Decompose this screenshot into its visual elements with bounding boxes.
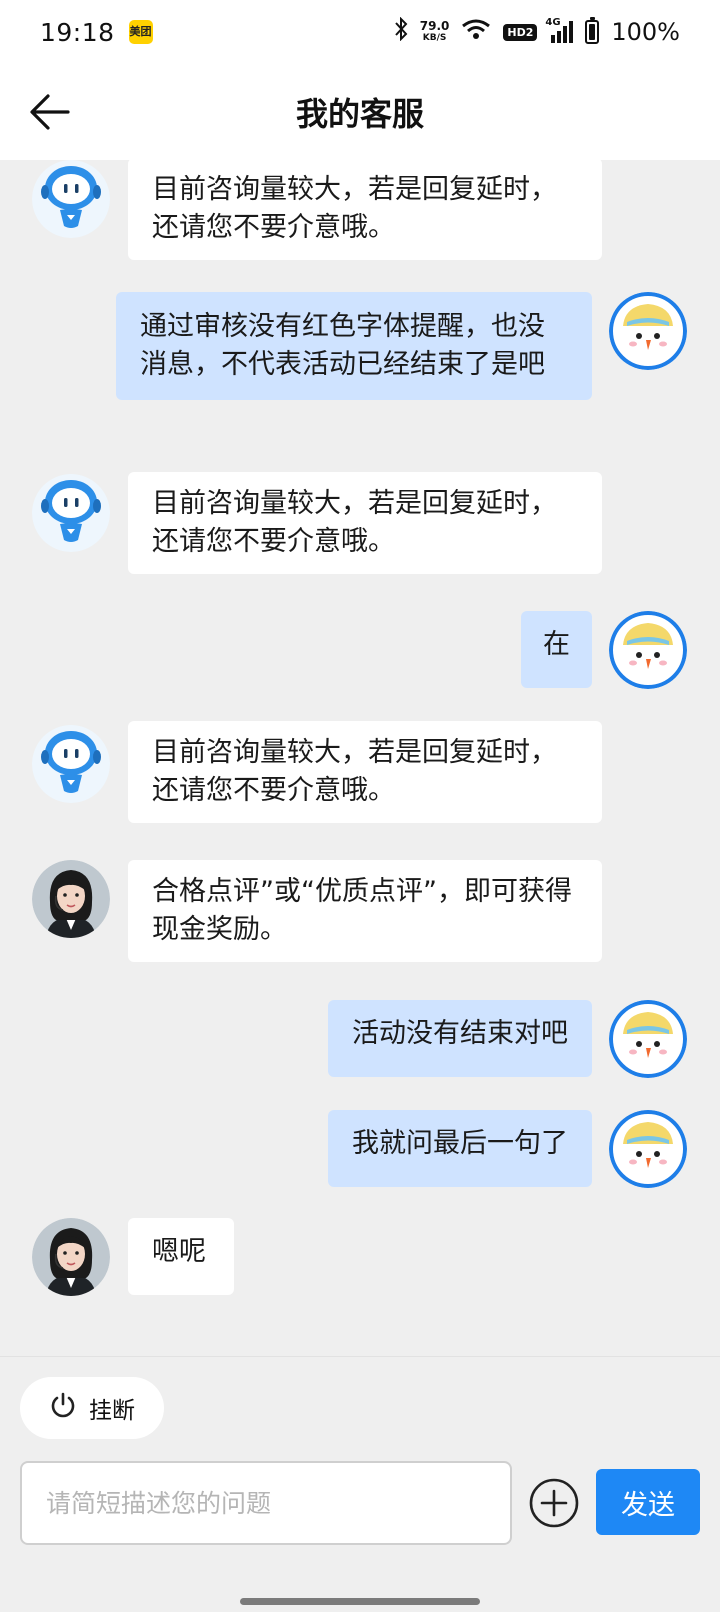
battery-icon (585, 17, 600, 44)
send-button[interactable]: 发送 (596, 1469, 700, 1535)
user-message-bubble: 我就问最后一句了 (328, 1110, 592, 1187)
page-title: 我的客服 (295, 95, 424, 133)
home-indicator[interactable] (240, 1598, 480, 1605)
message-input[interactable] (20, 1461, 512, 1545)
bot-avatar (32, 474, 110, 552)
bot-message-bubble: 目前咨询量较大，若是回复延时，还请您不要介意哦。 (128, 721, 602, 823)
chat-area[interactable]: 目前咨询量较大，若是回复延时，还请您不要介意哦。 通过审核没有红色字体提醒，也没… (0, 160, 720, 1356)
bottom-bar: 挂断 发送 (0, 1356, 720, 1612)
meituan-app-icon: 美团 (128, 20, 153, 44)
back-arrow-icon[interactable] (28, 90, 72, 134)
hangup-button[interactable]: 挂断 (20, 1377, 164, 1439)
agent-message-bubble: 嗯呢 (128, 1218, 234, 1295)
user-avatar (609, 292, 687, 370)
plus-circle-icon[interactable] (528, 1477, 580, 1529)
bot-message-bubble: 目前咨询量较大，若是回复延时，还请您不要介意哦。 (128, 472, 602, 574)
battery-percent: 100% (611, 18, 680, 46)
user-avatar (609, 611, 687, 689)
user-avatar (609, 1110, 687, 1188)
hangup-label: 挂断 (89, 1398, 135, 1424)
bot-message-bubble: 目前咨询量较大，若是回复延时，还请您不要介意哦。 (128, 160, 602, 260)
signal-icon: 4G (545, 17, 574, 43)
app-header: 我的客服 (0, 64, 720, 160)
agent-avatar (32, 860, 110, 938)
user-message-bubble: 活动没有结束对吧 (328, 1000, 592, 1077)
status-bar: 19:18 美团 79.0 KB/S HD2 4G 100% (0, 0, 720, 64)
status-time: 19:18 (40, 17, 115, 47)
user-message-bubble: 通过审核没有红色字体提醒，也没消息，不代表活动已经结束了是吧 (116, 292, 592, 400)
bot-avatar (32, 725, 110, 803)
bluetooth-icon (394, 16, 408, 47)
network-speed: 79.0 KB/S (419, 19, 450, 43)
agent-message-bubble: 合格点评”或“优质点评”，即可获得现金奖励。 (128, 860, 602, 962)
agent-avatar (32, 1218, 110, 1296)
user-message-bubble: 在 (521, 611, 592, 688)
hd-icon: HD2 (503, 23, 538, 41)
wifi-icon (461, 18, 491, 46)
status-icons: 79.0 KB/S HD2 4G 100% (394, 16, 680, 47)
bot-avatar (32, 160, 110, 238)
user-avatar (609, 1000, 687, 1078)
power-icon (49, 1391, 77, 1425)
